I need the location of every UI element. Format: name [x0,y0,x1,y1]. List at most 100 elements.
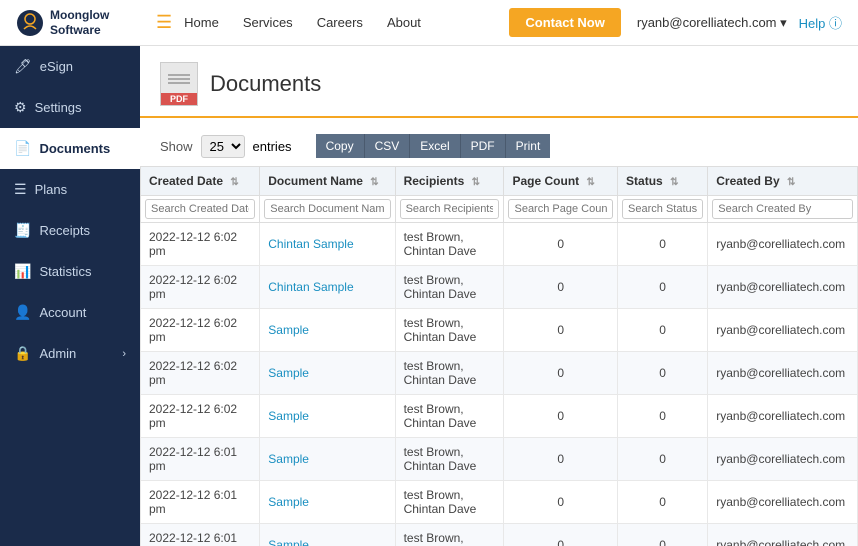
table-row: 2022-12-12 6:01 pm Sample test Brown, Ch… [141,481,858,524]
table-row: 2022-12-12 6:02 pm Chintan Sample test B… [141,223,858,266]
cell-docname: Sample [260,309,395,352]
document-link[interactable]: Sample [268,366,309,380]
sidebar-item-statistics[interactable]: 📊 Statistics [0,251,140,292]
nav-home[interactable]: Home [184,15,219,30]
cell-recipients: test Brown, Chintan Dave [395,438,504,481]
sort-icon-status: ⇅ [670,177,678,188]
cell-date: 2022-12-12 6:01 pm [141,524,260,546]
sidebar-item-esign[interactable]: 🖊 eSign [0,46,140,87]
search-created-by[interactable] [712,199,853,219]
excel-button[interactable]: Excel [410,134,460,158]
sidebar-label-documents: Documents [39,141,110,156]
cell-docname: Sample [260,438,395,481]
search-document-name[interactable] [264,199,390,219]
receipts-icon: 🧾 [14,222,31,239]
sidebar-item-receipts[interactable]: 🧾 Receipts [0,210,140,251]
nav-services[interactable]: Services [243,15,293,30]
table-row: 2022-12-12 6:02 pm Sample test Brown, Ch… [141,395,858,438]
pdf-button[interactable]: PDF [461,134,506,158]
cell-createdby: ryanb@corelliatech.com [708,266,858,309]
entries-label: entries [253,139,292,154]
sidebar-label-settings: Settings [35,100,82,115]
search-cell-createdby [708,196,858,223]
cell-recipients: test Brown, Chintan Dave [395,352,504,395]
cell-date: 2022-12-12 6:01 pm [141,481,260,524]
logo-line2: Software [50,23,109,37]
sidebar-item-plans[interactable]: ☰ Plans [0,169,140,210]
cell-date: 2022-12-12 6:01 pm [141,438,260,481]
main-layout: 🖊 eSign ⚙ Settings 📄 Documents ☰ Plans 🧾… [0,46,858,546]
cell-pagecount: 0 [504,352,618,395]
sidebar-item-documents[interactable]: 📄 Documents [0,128,140,169]
search-recipients[interactable] [400,199,500,219]
nav-careers[interactable]: Careers [317,15,363,30]
search-created-date[interactable] [145,199,255,219]
col-header-status[interactable]: Status ⇅ [618,167,708,196]
document-link[interactable]: Chintan Sample [268,280,353,294]
cell-createdby: ryanb@corelliatech.com [708,395,858,438]
table-controls: Show 25 10 50 100 entries Copy CSV Excel… [140,130,858,166]
search-cell-date [141,196,260,223]
document-link[interactable]: Sample [268,323,309,337]
copy-button[interactable]: Copy [316,134,365,158]
sort-icon-created-by: ⇅ [787,177,795,188]
document-link[interactable]: Sample [268,409,309,423]
cell-pagecount: 0 [504,223,618,266]
col-header-recipients[interactable]: Recipients ⇅ [395,167,504,196]
sidebar: 🖊 eSign ⚙ Settings 📄 Documents ☰ Plans 🧾… [0,46,140,546]
nav-right: ryanb@corelliatech.com ▾ Help ⓘ [637,13,842,32]
cell-pagecount: 0 [504,395,618,438]
cell-docname: Sample [260,524,395,546]
col-header-created-date[interactable]: Created Date ⇅ [141,167,260,196]
print-button[interactable]: Print [506,134,551,158]
table-search-row [141,196,858,223]
pdf-file-icon: PDF [160,62,198,106]
user-email-dropdown[interactable]: ryanb@corelliatech.com ▾ [637,15,787,31]
cell-docname: Chintan Sample [260,223,395,266]
sidebar-label-receipts: Receipts [39,223,90,238]
sidebar-item-settings[interactable]: ⚙ Settings [0,87,140,128]
document-link[interactable]: Sample [268,452,309,466]
col-header-created-by[interactable]: Created By ⇅ [708,167,858,196]
contact-now-button[interactable]: Contact Now [509,8,620,37]
cell-recipients: test Brown, Chintan Dave [395,309,504,352]
plans-icon: ☰ [14,181,27,198]
help-link[interactable]: Help ⓘ [799,13,842,32]
search-page-count[interactable] [508,199,613,219]
table-row: 2022-12-12 6:02 pm Chintan Sample test B… [141,266,858,309]
cell-status: 0 [618,524,708,546]
top-navigation: Moonglow Software ☰ Home Services Career… [0,0,858,46]
cell-pagecount: 0 [504,524,618,546]
cell-status: 0 [618,438,708,481]
search-cell-recipients [395,196,504,223]
col-header-page-count[interactable]: Page Count ⇅ [504,167,618,196]
table-body: 2022-12-12 6:02 pm Chintan Sample test B… [141,223,858,546]
cell-status: 0 [618,352,708,395]
cell-status: 0 [618,266,708,309]
sidebar-item-admin[interactable]: 🔒 Admin › [0,333,140,374]
csv-button[interactable]: CSV [365,134,411,158]
document-link[interactable]: Sample [268,495,309,509]
hamburger-button[interactable]: ☰ [156,12,172,33]
cell-recipients: test Brown, Chintan Dave [395,481,504,524]
entries-select[interactable]: 25 10 50 100 [201,135,245,158]
sort-icon-recipients: ⇅ [472,177,480,188]
document-link[interactable]: Sample [268,538,309,546]
table-row: 2022-12-12 6:01 pm Sample test Brown, Ch… [141,438,858,481]
cell-status: 0 [618,395,708,438]
cell-status: 0 [618,223,708,266]
sidebar-item-account[interactable]: 👤 Account [0,292,140,333]
page-title: Documents [210,71,321,97]
settings-icon: ⚙ [14,99,27,116]
col-header-document-name[interactable]: Document Name ⇅ [260,167,395,196]
cell-docname: Chintan Sample [260,266,395,309]
document-link[interactable]: Chintan Sample [268,237,353,251]
search-cell-pagecount [504,196,618,223]
cell-date: 2022-12-12 6:02 pm [141,352,260,395]
sidebar-label-plans: Plans [35,182,68,197]
nav-about[interactable]: About [387,15,421,30]
search-status[interactable] [622,199,703,219]
admin-icon: 🔒 [14,345,31,362]
cell-recipients: test Brown, Chintan Dave [395,395,504,438]
search-cell-status [618,196,708,223]
